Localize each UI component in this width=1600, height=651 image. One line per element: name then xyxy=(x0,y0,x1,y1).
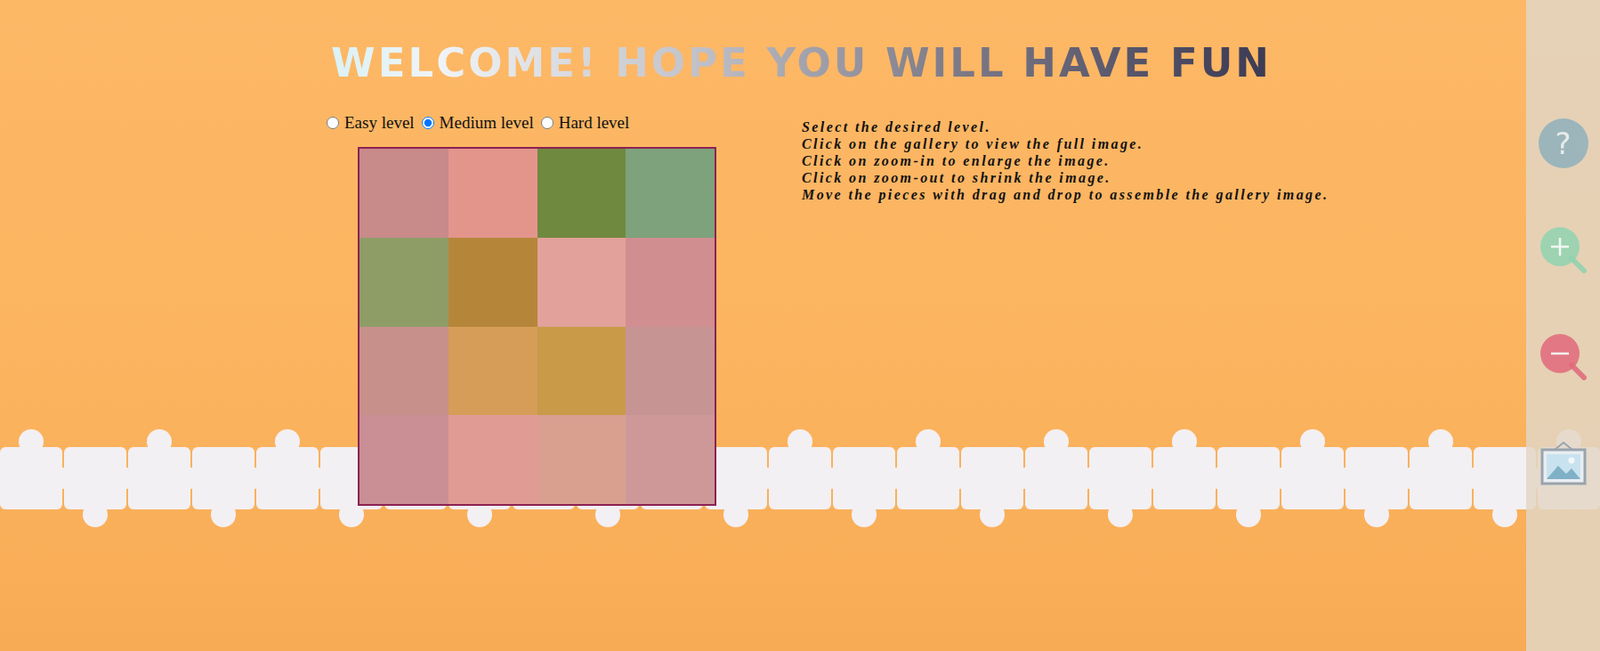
puzzle-piece[interactable] xyxy=(625,326,715,416)
puzzle-piece[interactable] xyxy=(625,237,715,327)
instruction-line: Click on zoom-in to enlarge the image. xyxy=(801,152,1329,170)
puzzle-piece[interactable] xyxy=(448,237,538,327)
level-option[interactable]: Medium level xyxy=(421,113,534,133)
content-row: Easy level Medium level Hard level Select t… xyxy=(76,113,1527,506)
level-option[interactable]: Easy level xyxy=(326,113,415,133)
puzzle-piece[interactable] xyxy=(448,414,538,504)
level-radio[interactable] xyxy=(326,116,340,130)
picture-icon xyxy=(1538,438,1589,489)
zoom-out-icon xyxy=(1537,331,1590,383)
level-radio[interactable] xyxy=(421,116,435,130)
puzzle-piece[interactable] xyxy=(359,414,449,504)
page: WELCOME! HOPE YOU WILL HAVE FUN Easy leve… xyxy=(0,0,1600,651)
puzzle-piece[interactable] xyxy=(359,148,449,238)
instruction-line: Select the desired level. xyxy=(801,118,1329,136)
instruction-line: Click on the gallery to view the full im… xyxy=(801,135,1329,153)
puzzle-piece[interactable] xyxy=(359,326,449,416)
puzzle-piece[interactable] xyxy=(625,414,715,504)
puzzle-piece[interactable] xyxy=(359,237,449,327)
puzzle-piece[interactable] xyxy=(537,326,627,416)
level-label: Medium level xyxy=(439,113,534,133)
toolbar: ? xyxy=(1526,0,1600,651)
instruction-line: Click on zoom-out to shrink the image. xyxy=(801,169,1329,186)
puzzle-piece[interactable] xyxy=(537,237,627,327)
instruction-line: Move the pieces with drag and drop to as… xyxy=(801,185,1329,203)
level-label: Hard level xyxy=(558,113,631,133)
level-option[interactable]: Hard level xyxy=(541,113,631,133)
puzzle-piece[interactable] xyxy=(537,414,627,504)
title: WELCOME! HOPE YOU WILL HAVE FUN xyxy=(76,35,1527,90)
puzzle-piece[interactable] xyxy=(448,148,538,238)
puzzle-piece[interactable] xyxy=(448,326,538,416)
main: WELCOME! HOPE YOU WILL HAVE FUN Easy leve… xyxy=(0,0,1527,651)
zoom-in-button[interactable] xyxy=(1536,224,1591,276)
zoom-out-button[interactable] xyxy=(1536,331,1591,383)
puzzle-board xyxy=(357,146,717,506)
game-column: Easy level Medium level Hard level xyxy=(326,113,802,506)
level-selector: Easy level Medium level Hard level xyxy=(326,113,802,133)
puzzle-piece[interactable] xyxy=(625,148,715,238)
gallery-button[interactable] xyxy=(1536,437,1591,490)
zoom-in-icon xyxy=(1537,224,1590,276)
puzzle-piece[interactable] xyxy=(537,148,627,238)
instructions: Select the desired level.Click on the ga… xyxy=(801,118,1329,506)
level-label: Easy level xyxy=(344,113,415,133)
help-icon: ? xyxy=(1538,118,1589,169)
level-radio[interactable] xyxy=(541,116,554,130)
puzzle-band xyxy=(0,402,1600,563)
help-button[interactable]: ? xyxy=(1536,117,1591,170)
